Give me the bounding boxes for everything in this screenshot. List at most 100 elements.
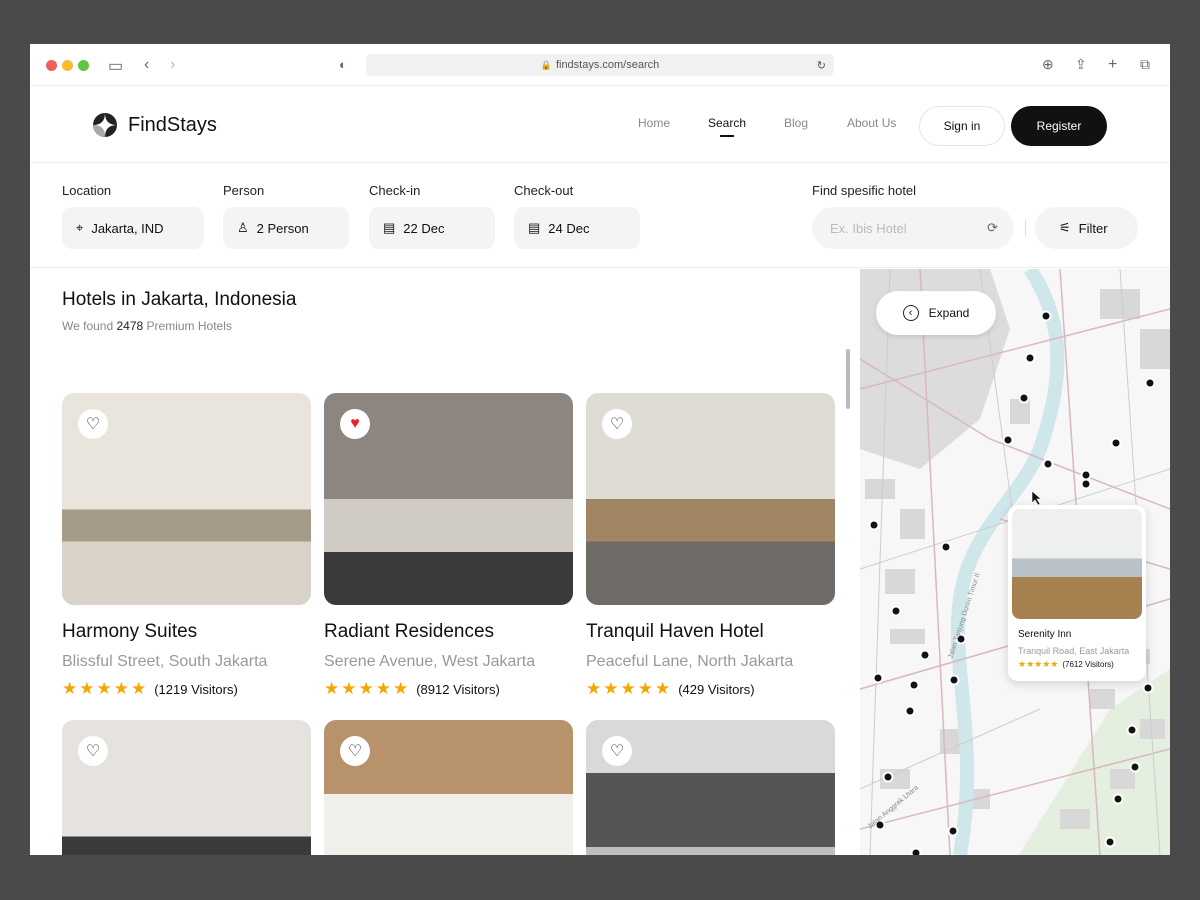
nav-blog[interactable]: Blog (784, 116, 808, 130)
hotel-marker (1142, 682, 1154, 694)
back-icon[interactable]: ‹ (144, 56, 149, 74)
maximize-window-button[interactable] (78, 60, 89, 71)
forward-icon[interactable]: › (170, 56, 175, 74)
hotel-name[interactable]: Harmony Suites (62, 621, 311, 643)
person-value: 2 Person (256, 220, 309, 236)
register-button[interactable]: Register (1011, 106, 1107, 146)
hotel-search-input[interactable]: Ex. Ibis Hotel ⟳ (812, 207, 1014, 249)
results-title: Hotels in Jakarta, Indonesia (62, 289, 297, 310)
share-icon[interactable]: ⇪ (1075, 56, 1087, 73)
sidebar-icon[interactable]: ▭ (108, 56, 123, 76)
favorite-heart-icon[interactable]: ♡ (602, 736, 632, 766)
checkout-value: 24 Dec (548, 220, 590, 236)
hotel-marker (910, 847, 922, 855)
favorite-heart-icon[interactable]: ♡ (602, 409, 632, 439)
brand-name: FindStays (128, 113, 217, 136)
hotel-marker (947, 825, 959, 837)
hotel-photo: ♡ (324, 720, 573, 855)
hotel-photo: ♡ (586, 393, 835, 605)
location-value: Jakarta, IND (91, 220, 164, 236)
sliders-icon: ⚟ (1059, 220, 1071, 235)
hotel-marker (1040, 310, 1052, 322)
hotel-marker (1144, 377, 1156, 389)
person-label: Person (223, 183, 265, 198)
hotel-marker (1018, 392, 1030, 404)
hotel-photo: ♡ (62, 393, 311, 605)
visitor-count: (429 Visitors) (678, 681, 755, 697)
favorite-heart-icon[interactable]: ♡ (78, 409, 108, 439)
reload-icon[interactable]: ↻ (817, 59, 826, 72)
hotel-card[interactable]: ♡ Tranquil Haven Hotel Peaceful Lane, Nort… (586, 393, 835, 699)
nav-home[interactable]: Home (638, 116, 670, 130)
hotel-name[interactable]: Tranquil Haven Hotel (586, 621, 835, 643)
hotel-card[interactable]: ♥ Radiant Residences Serene Avenue, West J… (324, 393, 573, 699)
hotel-card[interactable]: ♡ (324, 720, 573, 855)
visitor-count: (8912 Visitors) (416, 681, 500, 697)
building (1060, 809, 1090, 829)
map-hotel-popup[interactable]: Serenity Inn Tranquil Road, East Jakarta… (1008, 505, 1146, 681)
hotel-card[interactable]: ♡ (62, 720, 311, 855)
new-tab-icon[interactable]: + (1108, 56, 1117, 74)
building (1090, 689, 1115, 709)
building (1140, 719, 1165, 739)
location-field[interactable]: ⌖ Jakarta, IND (62, 207, 204, 249)
popup-visitors: (7612 Visitors) (1062, 660, 1114, 669)
tabs-icon[interactable]: ⧉ (1140, 56, 1150, 73)
hotel-name[interactable]: Radiant Residences (324, 621, 573, 643)
download-icon[interactable]: ⊕ (1042, 56, 1054, 73)
person-field[interactable]: ♙ 2 Person (223, 207, 349, 249)
hotel-marker (904, 705, 916, 717)
results-count: We found 2478 Premium Hotels (62, 319, 232, 333)
nav-about-us[interactable]: About Us (847, 116, 896, 130)
checkin-value: 22 Dec (403, 220, 445, 236)
person-icon: ♙ (237, 220, 249, 235)
browser-toolbar: ▭ ‹ › ◐ 🔒 findstays.com/search ↻ ⊕ ⇪ + ⧉ (30, 44, 1170, 86)
hotel-card[interactable]: ♡ Harmony Suites Blissful Street, South Ja… (62, 393, 311, 699)
address-bar[interactable]: 🔒 findstays.com/search ↻ (366, 54, 834, 76)
hotel-card[interactable]: ♡ (586, 720, 835, 855)
nav-search[interactable]: Search (708, 116, 746, 137)
map-pin-icon: ⌖ (76, 220, 84, 235)
checkout-field[interactable]: ▤ 24 Dec (514, 207, 640, 249)
hotel-search-label: Find spesific hotel (812, 183, 917, 198)
brand-logo[interactable]: FindStays (92, 112, 217, 138)
url-text: findstays.com/search (555, 59, 660, 71)
building (890, 629, 925, 644)
sign-in-button[interactable]: Sign in (919, 106, 1005, 146)
close-window-button[interactable] (46, 60, 57, 71)
favorite-heart-icon[interactable]: ♡ (340, 736, 370, 766)
favorite-heart-icon[interactable]: ♡ (78, 736, 108, 766)
expand-map-button[interactable]: ‹ Expand (876, 291, 996, 335)
visitor-count: (1219 Visitors) (154, 681, 238, 697)
hotel-photo: ♡ (586, 720, 835, 855)
building (900, 509, 925, 539)
checkin-field[interactable]: ▤ 22 Dec (369, 207, 495, 249)
search-bar: Location ⌖ Jakarta, IND Person ♙ 2 Person … (30, 163, 1170, 268)
checkin-label: Check-in (369, 183, 421, 198)
rating-stars: ★★★★★ (324, 679, 411, 698)
minimize-window-button[interactable] (62, 60, 73, 71)
rating-stars: ★★★★★ (62, 679, 149, 698)
hotel-address: Serene Avenue, West Jakarta (324, 653, 536, 670)
filter-button[interactable]: ⚟ Filter (1035, 207, 1138, 249)
hotel-search-placeholder: Ex. Ibis Hotel (830, 220, 907, 236)
cursor-icon (1031, 490, 1042, 506)
search-icon[interactable]: ⟳ (987, 220, 998, 236)
location-label: Location (62, 183, 112, 198)
map[interactable]: Jalan Tanjung Duren Timur II Jalan Anggre… (860, 269, 1170, 855)
hotel-photo (1012, 509, 1142, 619)
scrollbar[interactable] (846, 349, 850, 409)
calendar-icon: ▤ (528, 220, 541, 235)
popup-hotel-name: Serenity Inn (1018, 629, 1072, 640)
hotel-photo: ♡ (62, 720, 311, 855)
hotel-marker (1024, 352, 1036, 364)
checkout-label: Check-out (514, 183, 574, 198)
favorite-heart-icon[interactable]: ♥ (340, 409, 370, 439)
hotel-marker (1126, 724, 1138, 736)
rating-stars: ★★★★★ (1018, 659, 1059, 669)
rating-stars: ★★★★★ (586, 679, 673, 698)
hotel-address: Blissful Street, South Jakarta (62, 653, 268, 670)
hotel-marker (882, 771, 894, 783)
results-list: Hotels in Jakarta, Indonesia We found 24… (30, 269, 860, 855)
building (885, 569, 915, 594)
